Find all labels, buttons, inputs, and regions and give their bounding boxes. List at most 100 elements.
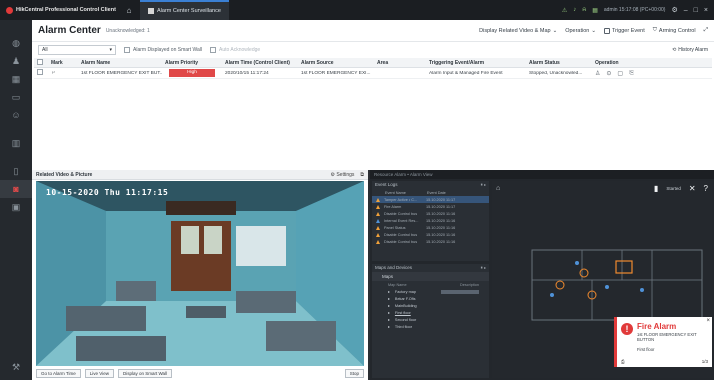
event-name: Tamper Active • C...	[384, 197, 418, 202]
forward-icon[interactable]: ⎘	[629, 70, 634, 77]
globe-icon[interactable]: ◍	[0, 34, 32, 52]
expand-icon[interactable]: ▸	[388, 317, 390, 322]
expand-icon[interactable]: ▸	[388, 310, 390, 315]
col-alarm-name[interactable]: Alarm Name	[78, 60, 162, 66]
close-icon[interactable]: ×	[704, 7, 708, 14]
list-item[interactable]: Fire Alarm 15.10.2020 11:17	[372, 203, 489, 210]
panel-controls-icon[interactable]: ⏸ ▸	[480, 265, 486, 271]
wrench-icon[interactable]: ⚒	[0, 358, 32, 376]
operation-dropdown[interactable]: Operation ⌄	[565, 28, 596, 34]
col-alarm-source[interactable]: Alarm Source	[298, 60, 374, 66]
display-related-dropdown[interactable]: Display Related Video & Map ⌄	[479, 28, 557, 34]
col-area[interactable]: Area	[374, 60, 426, 66]
status-icon[interactable]: ⚠	[562, 7, 567, 14]
settings-button[interactable]: ⚙ Settings	[330, 172, 354, 178]
expand-icon[interactable]: ▸	[388, 324, 390, 329]
alarm-center-header: Alarm Center Unacknowledged: 1 Display R…	[32, 20, 714, 42]
door-icon[interactable]: ▯	[0, 162, 32, 180]
panel-controls-icon[interactable]: ⏸ ▸	[480, 182, 486, 188]
col-operation[interactable]: Operation	[592, 60, 672, 66]
expand-icon[interactable]: ▸	[388, 289, 390, 294]
grid-icon[interactable]: ▦	[0, 70, 32, 88]
auto-ack-checkbox[interactable]	[210, 47, 217, 53]
col-mark[interactable]: Mark	[48, 60, 78, 66]
help-icon[interactable]: ?	[704, 184, 708, 193]
select-all-checkbox[interactable]	[37, 58, 43, 65]
list-item[interactable]: Disable Control bus 15.10.2020 11:16	[372, 231, 489, 238]
print-icon[interactable]: ⎙	[621, 359, 625, 364]
minimize-icon[interactable]: –	[684, 7, 688, 14]
grid-toggle-icon[interactable]: ▦	[592, 7, 598, 14]
map-name: MainBuilding	[394, 303, 417, 308]
row-checkbox[interactable]	[37, 69, 43, 75]
tools-icon[interactable]: ✕	[689, 184, 696, 193]
map-home-icon[interactable]: ⌂	[496, 185, 500, 192]
people-icon[interactable]: ♟	[0, 52, 32, 70]
monitor-icon[interactable]: ▭	[0, 88, 32, 106]
operation-label: Operation	[565, 27, 590, 34]
list-item[interactable]: ▸ Third floor	[372, 323, 489, 330]
priority-cell: High	[162, 69, 222, 77]
tab-maps[interactable]: Maps	[372, 272, 489, 281]
maximize-icon[interactable]: □	[694, 7, 698, 14]
col-triggering-event[interactable]: Triggering Event/Alarm	[426, 60, 526, 66]
settings-label: Settings	[336, 171, 355, 178]
list-item[interactable]: ▸ Bekar F.Ofis	[372, 295, 489, 302]
arming-control-button[interactable]: ⛉ Arming Control	[653, 27, 696, 34]
close-icon[interactable]: ×	[706, 318, 710, 324]
list-item[interactable]: ▸ Factory map	[372, 288, 489, 295]
person-icon[interactable]: ☺	[0, 106, 32, 124]
history-alarm-label: History Alarm	[678, 47, 708, 53]
layout-icon[interactable]: ▥	[0, 134, 32, 152]
alarm-bell-icon[interactable]: ⍾	[582, 7, 586, 14]
settings-icon[interactable]: ⚙	[671, 6, 677, 14]
mark-flag-icon[interactable]: ⚐	[48, 71, 78, 76]
map-description-column: Description	[460, 282, 479, 287]
video-panel-actions: ⚙ Settings ⧉	[330, 172, 364, 178]
user-info[interactable]: admin 15:17:08 (PC+00:00)	[604, 7, 666, 13]
col-alarm-status[interactable]: Alarm Status	[526, 60, 592, 66]
tab-alarm-center[interactable]: Alarm Center Surveillance	[140, 0, 229, 20]
col-alarm-time[interactable]: Alarm Time (Control Client)	[222, 60, 298, 66]
list-item[interactable]: ▸ Second floor	[372, 316, 489, 323]
history-alarm-button[interactable]: ⟲ History Alarm	[672, 47, 708, 53]
chevron-down-icon: ▾	[109, 47, 112, 53]
smart-wall-checkbox[interactable]	[124, 47, 130, 53]
go-to-alarm-time-button[interactable]: Go to Alarm Time	[36, 369, 81, 378]
play-icon[interactable]: ⊙	[606, 70, 611, 77]
home-icon[interactable]: ⌂	[118, 6, 140, 15]
expand-icon[interactable]: ⤢	[704, 27, 708, 34]
live-view-button[interactable]: Live View	[84, 369, 114, 378]
list-item[interactable]: Disable Control bus 15.10.2020 11:16	[372, 210, 489, 217]
popout-icon[interactable]: ⧉	[360, 172, 364, 178]
fire-alarm-popup[interactable]: × ! Fire Alarm 1st FLOOR EMERGENCY EXIT …	[614, 317, 712, 367]
operation-icons: ♙ ⊙ ▢ ⎘	[595, 70, 669, 77]
list-item[interactable]: ▸ MainBuilding	[372, 302, 489, 309]
map-name: Bekar F.Ofis	[394, 296, 416, 301]
filter-bar: All ▾ Alarm Displayed on Smart Wall Auto…	[32, 42, 714, 58]
acknowledge-icon[interactable]: ♙	[595, 70, 600, 77]
alarm-filter-select[interactable]: All ▾	[38, 45, 116, 55]
list-item[interactable]: ▸ First floor	[372, 309, 489, 316]
col-alarm-priority[interactable]: Alarm Priority	[162, 60, 222, 66]
titlebar-right: ⚠ ♪ ⍾ ▦ admin 15:17:08 (PC+00:00) ⚙ – □ …	[562, 6, 714, 15]
map-record-icon[interactable]: ▮	[654, 184, 658, 193]
list-item[interactable]: Tamper Active • C... 15.10.2020 11:17	[372, 196, 489, 203]
expand-icon[interactable]: ▸	[388, 303, 390, 308]
trigger-event-button[interactable]: Trigger Event	[603, 27, 645, 34]
table-row[interactable]: ⚐ 1st FLOOR EMERGENCY EXIT BUT... High 2…	[34, 68, 712, 79]
alarm-icon[interactable]: ◙	[0, 180, 32, 198]
display-smart-wall-button[interactable]: Display on Smart Wall	[117, 369, 173, 378]
map-icon[interactable]: ▣	[0, 198, 32, 216]
video-player[interactable]: 10-15-2020 Thu 11:17:15	[36, 181, 364, 366]
expand-icon[interactable]: ▸	[388, 296, 390, 301]
comment-icon[interactable]: ▢	[617, 70, 623, 77]
list-item[interactable]: Panel Status 15.10.2020 11:16	[372, 224, 489, 231]
auto-ack-filter[interactable]: Auto Acknowledge	[210, 47, 260, 53]
list-item[interactable]: Internal Event Res... 15.10.2020 11:16	[372, 217, 489, 224]
list-item[interactable]: Disable Control bus 15.10.2020 11:16	[372, 238, 489, 245]
smart-wall-filter[interactable]: Alarm Displayed on Smart Wall	[124, 47, 202, 53]
sound-icon[interactable]: ♪	[573, 7, 576, 13]
event-date-column: Event Date	[427, 190, 446, 195]
stop-button[interactable]: Stop	[344, 369, 364, 378]
